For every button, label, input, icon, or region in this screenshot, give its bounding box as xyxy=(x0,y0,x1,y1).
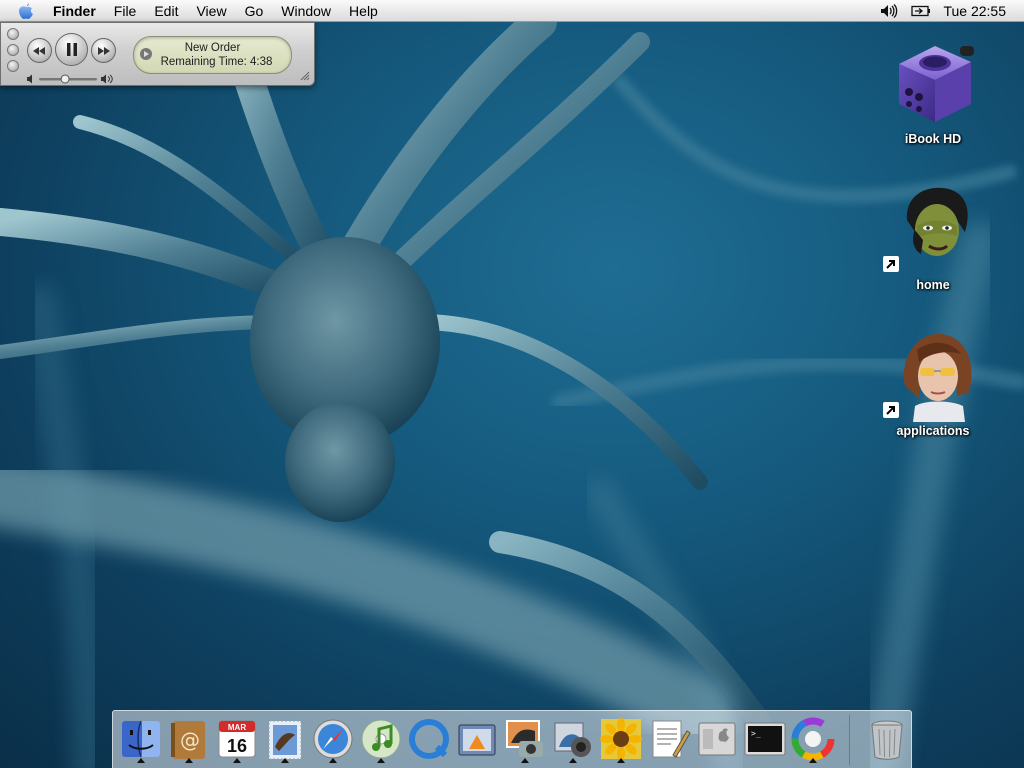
woman-sunglasses-icon xyxy=(883,326,981,422)
volume-knob xyxy=(60,74,70,84)
dock-mail[interactable] xyxy=(263,717,307,763)
menu-view[interactable]: View xyxy=(187,0,235,22)
running-indicator xyxy=(521,758,529,763)
woman-green-face-icon xyxy=(883,180,981,276)
volume-low-icon xyxy=(27,74,32,84)
zoom-button[interactable] xyxy=(7,60,19,72)
ical-month: MAR xyxy=(228,723,246,732)
quicktime-icon xyxy=(409,719,449,759)
running-indicator xyxy=(569,758,577,763)
dock-textedit[interactable] xyxy=(647,717,691,761)
address-book-icon: @ xyxy=(171,721,205,759)
running-indicator xyxy=(617,758,625,763)
menu-bar: Finder File Edit View Go Window Help Tue… xyxy=(0,0,1024,22)
desktop-wallpaper xyxy=(0,22,1024,768)
fast-forward-button[interactable] xyxy=(91,38,116,63)
ical-date: 16 xyxy=(227,736,247,756)
dock-safari[interactable] xyxy=(311,717,355,763)
resize-grip-icon[interactable] xyxy=(300,71,310,81)
mail-stamp-icon xyxy=(268,720,302,760)
desktop-icon-label: applications xyxy=(896,424,970,438)
fast-forward-icon xyxy=(98,46,110,55)
rewind-icon xyxy=(33,46,45,55)
dock-finder[interactable] xyxy=(119,717,163,763)
volume-icon[interactable] xyxy=(879,3,899,19)
desktop-icon-label: home xyxy=(916,278,950,292)
svg-text:>_: >_ xyxy=(751,729,761,738)
dock-iphoto[interactable] xyxy=(503,717,547,763)
menu-clock[interactable]: Tue 22:55 xyxy=(943,3,1006,19)
running-indicator xyxy=(185,758,193,763)
dock-terminal[interactable]: >_ xyxy=(743,717,787,761)
volume-high-icon xyxy=(101,74,113,84)
pause-button[interactable] xyxy=(55,33,88,66)
dock-ical[interactable]: MAR 16 xyxy=(215,717,259,763)
dock: @ MAR 16 >_ xyxy=(112,710,912,768)
running-indicator xyxy=(377,758,385,763)
dock-itunes[interactable] xyxy=(359,717,403,763)
calendar-icon: MAR 16 xyxy=(218,720,256,758)
menu-file[interactable]: File xyxy=(105,0,146,22)
menu-help[interactable]: Help xyxy=(340,0,387,22)
trash-icon xyxy=(871,720,903,760)
track-title: New Order xyxy=(184,42,241,54)
dock-separator xyxy=(849,715,850,765)
color-wheel-icon xyxy=(791,717,835,761)
minimize-button[interactable] xyxy=(7,44,19,56)
running-indicator xyxy=(281,758,289,763)
alias-arrow-icon xyxy=(883,256,899,272)
terminal-icon: >_ xyxy=(744,722,786,756)
dock-color-app[interactable] xyxy=(791,717,835,763)
pause-icon xyxy=(66,43,77,56)
play-indicator-icon xyxy=(140,48,152,60)
system-profiler-icon xyxy=(698,722,736,756)
dock-preview[interactable] xyxy=(455,717,499,761)
itunes-mini-player: New Order Remaining Time: 4:38 xyxy=(0,22,315,86)
dock-trash[interactable] xyxy=(865,717,909,761)
safari-compass-icon xyxy=(313,719,353,759)
svg-text:@: @ xyxy=(180,728,200,752)
desktop-icon-label: iBook HD xyxy=(904,132,962,146)
rewind-button[interactable] xyxy=(27,38,52,63)
dock-quicktime[interactable] xyxy=(407,717,451,761)
textedit-icon xyxy=(652,720,691,758)
running-indicator xyxy=(329,758,337,763)
preview-icon xyxy=(458,724,496,756)
apple-menu-icon[interactable] xyxy=(16,1,36,21)
sunflower-icon xyxy=(600,718,642,760)
menu-edit[interactable]: Edit xyxy=(145,0,187,22)
menu-window[interactable]: Window xyxy=(272,0,340,22)
iphoto-icon xyxy=(506,720,543,757)
dock-sunflower[interactable] xyxy=(599,717,643,763)
dock-image-capture[interactable] xyxy=(551,717,595,763)
remaining-time: Remaining Time: 4:38 xyxy=(160,56,273,68)
running-indicator xyxy=(809,758,817,763)
desktop-icon-home[interactable]: home xyxy=(878,180,988,294)
running-indicator xyxy=(137,758,145,763)
desktop-icon-applications[interactable]: applications xyxy=(878,326,988,440)
dock-system-profiler[interactable] xyxy=(695,717,739,761)
running-indicator xyxy=(233,758,241,763)
image-capture-icon xyxy=(554,722,591,757)
dock-address-book[interactable]: @ xyxy=(167,717,211,763)
menu-app-name[interactable]: Finder xyxy=(44,0,105,22)
desktop-icon-ibook-hd[interactable]: iBook HD xyxy=(878,34,988,148)
now-playing-display[interactable]: New Order Remaining Time: 4:38 xyxy=(133,36,292,74)
itunes-icon xyxy=(361,719,401,759)
alias-arrow-icon xyxy=(883,402,899,418)
gamecube-drive-icon xyxy=(885,34,981,130)
battery-icon[interactable] xyxy=(911,3,931,19)
finder-icon xyxy=(122,720,160,758)
volume-slider[interactable] xyxy=(27,72,119,84)
menu-go[interactable]: Go xyxy=(236,0,273,22)
close-button[interactable] xyxy=(7,28,19,40)
